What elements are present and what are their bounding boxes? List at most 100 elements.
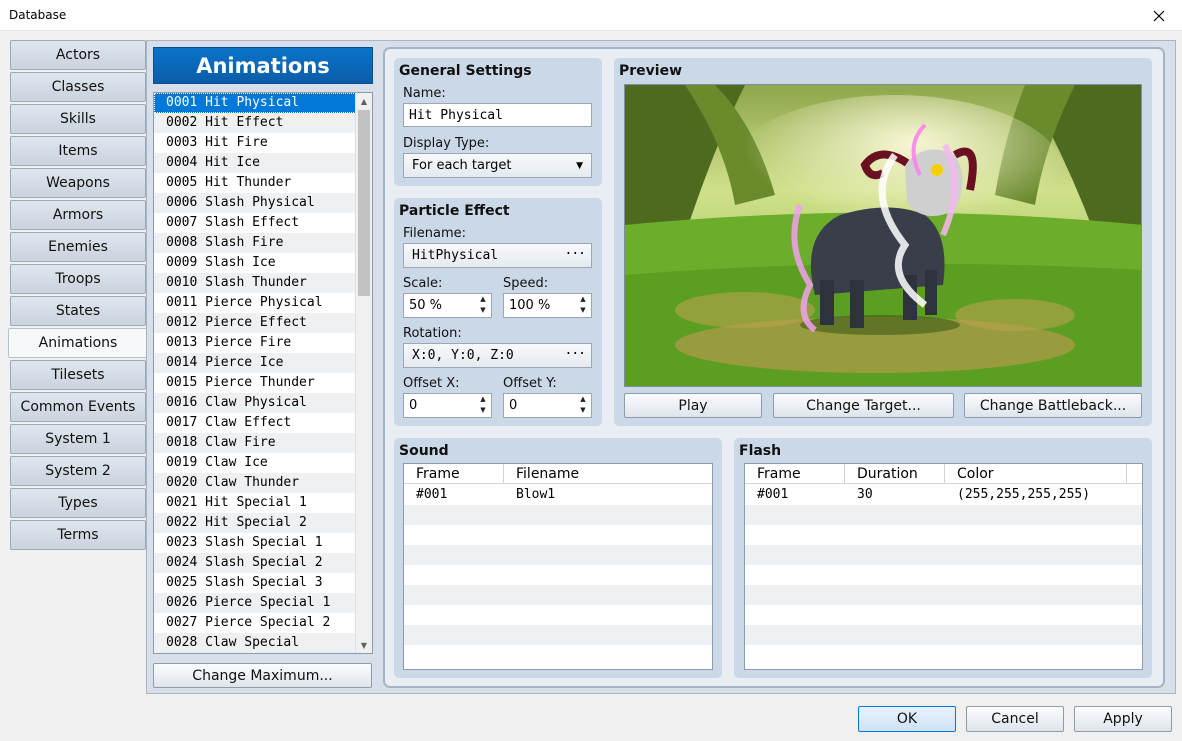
list-item[interactable]: 0027 Pierce Special 2 [154, 613, 356, 633]
preview-canvas[interactable] [624, 84, 1142, 387]
list-item[interactable]: 0012 Pierce Effect [154, 313, 356, 333]
speed-spinner[interactable]: 100 % ▲ ▼ [503, 293, 592, 318]
table-row[interactable] [404, 525, 712, 545]
tab-classes[interactable]: Classes [10, 72, 146, 102]
list-item[interactable]: 0025 Slash Special 3 [154, 573, 356, 593]
table-row[interactable] [404, 545, 712, 565]
change-maximum-button[interactable]: Change Maximum... [153, 663, 372, 688]
apply-button[interactable]: Apply [1074, 706, 1172, 732]
tab-common-events[interactable]: Common Events [10, 392, 146, 422]
tab-system-1[interactable]: System 1 [10, 424, 146, 454]
animation-list[interactable]: 0001 Hit Physical 0002 Hit Effect 0003 Hit… [153, 92, 373, 654]
list-scrollbar[interactable]: ▲ ▼ [355, 93, 372, 653]
tab-states[interactable]: States [10, 296, 146, 326]
close-button[interactable] [1136, 0, 1182, 31]
table-row[interactable] [745, 525, 1142, 545]
list-item[interactable]: 0021 Hit Special 1 [154, 493, 356, 513]
table-cell: #001 [757, 487, 789, 502]
table-row[interactable] [404, 505, 712, 525]
tab-tilesets[interactable]: Tilesets [10, 360, 146, 390]
tab-weapons[interactable]: Weapons [10, 168, 146, 198]
list-item[interactable]: 0020 Claw Thunder [154, 473, 356, 493]
table-row[interactable] [745, 585, 1142, 605]
list-item[interactable]: 0026 Pierce Special 1 [154, 593, 356, 613]
table-row[interactable] [745, 605, 1142, 625]
list-item[interactable]: 0028 Claw Special [154, 633, 356, 653]
list-item[interactable]: 0024 Slash Special 2 [154, 553, 356, 573]
cancel-button[interactable]: Cancel [966, 706, 1064, 732]
change-target-button[interactable]: Change Target... [773, 393, 954, 418]
change-battleback-button[interactable]: Change Battleback... [964, 393, 1142, 418]
table-row[interactable] [745, 565, 1142, 585]
list-item[interactable]: 0006 Slash Physical [154, 193, 356, 213]
tab-terms[interactable]: Terms [10, 520, 146, 550]
spin-arrows-icon[interactable]: ▲ ▼ [578, 395, 588, 415]
title-bar: Database [0, 0, 1182, 31]
table-row[interactable] [404, 605, 712, 625]
speed-value: 100 % [509, 298, 551, 313]
list-item[interactable]: 0005 Hit Thunder [154, 173, 356, 193]
tab-armors[interactable]: Armors [10, 200, 146, 230]
list-item[interactable]: 0009 Slash Ice [154, 253, 356, 273]
list-item[interactable]: 0022 Hit Special 2 [154, 513, 356, 533]
list-item[interactable]: 0018 Claw Fire [154, 433, 356, 453]
spin-arrows-icon[interactable]: ▲ ▼ [478, 395, 488, 415]
list-item[interactable]: 0014 Pierce Ice [154, 353, 356, 373]
list-item[interactable]: 0002 Hit Effect [154, 113, 356, 133]
table-row[interactable] [404, 645, 712, 665]
play-button[interactable]: Play [624, 393, 762, 418]
list-item[interactable]: 0019 Claw Ice [154, 453, 356, 473]
list-item[interactable]: 0013 Pierce Fire [154, 333, 356, 353]
tab-enemies[interactable]: Enemies [10, 232, 146, 262]
scroll-up-icon[interactable]: ▲ [356, 93, 372, 109]
offset-y-spinner[interactable]: 0 ▲ ▼ [503, 393, 592, 418]
list-item[interactable]: 0015 Pierce Thunder [154, 373, 356, 393]
ok-button[interactable]: OK [858, 706, 956, 732]
list-item[interactable]: 0016 Claw Physical [154, 393, 356, 413]
sound-col-frame[interactable]: Frame [404, 464, 504, 484]
table-row[interactable] [745, 505, 1142, 525]
list-item[interactable]: 0011 Pierce Physical [154, 293, 356, 313]
flash-col-duration[interactable]: Duration [845, 464, 945, 484]
tab-animations[interactable]: Animations [8, 328, 148, 358]
tab-system-2[interactable]: System 2 [10, 456, 146, 486]
list-item[interactable]: 0007 Slash Effect [154, 213, 356, 233]
spin-arrows-icon[interactable]: ▲ ▼ [478, 295, 488, 315]
tab-types[interactable]: Types [10, 488, 146, 518]
list-item[interactable]: 0023 Slash Special 1 [154, 533, 356, 553]
sound-col-filename[interactable]: Filename [504, 464, 712, 484]
table-row[interactable] [745, 625, 1142, 645]
list-item[interactable]: 0017 Claw Effect [154, 413, 356, 433]
scroll-thumb[interactable] [358, 110, 370, 296]
ellipsis-icon: ··· [564, 346, 587, 362]
flash-col-frame[interactable]: Frame [745, 464, 845, 484]
offset-x-spinner[interactable]: 0 ▲ ▼ [403, 393, 492, 418]
flash-col-color[interactable]: Color [945, 464, 1127, 484]
table-row[interactable] [404, 585, 712, 605]
list-item[interactable]: 0008 Slash Fire [154, 233, 356, 253]
table-row[interactable] [745, 545, 1142, 565]
tab-troops[interactable]: Troops [10, 264, 146, 294]
tab-actors[interactable]: Actors [10, 40, 146, 70]
name-field[interactable]: Hit Physical [403, 103, 592, 127]
display-type-select[interactable]: For each target ▼ [403, 153, 592, 178]
scroll-down-icon[interactable]: ▼ [356, 637, 372, 653]
list-item[interactable]: 0004 Hit Ice [154, 153, 356, 173]
sound-table[interactable]: Frame Filename #001 Blow1 [403, 463, 713, 670]
table-row[interactable] [745, 645, 1142, 665]
list-item[interactable]: 0003 Hit Fire [154, 133, 356, 153]
table-row[interactable]: #001 Blow1 [404, 485, 712, 505]
tab-skills[interactable]: Skills [10, 104, 146, 134]
flash-table[interactable]: Frame Duration Color #001 30 (255,255,255,… [744, 463, 1143, 670]
dropdown-arrow-icon: ▼ [576, 160, 583, 171]
rotation-picker[interactable]: X:0, Y:0, Z:0 ··· [403, 343, 592, 368]
table-row[interactable]: #001 30 (255,255,255,255) [745, 485, 1142, 505]
table-row[interactable] [404, 625, 712, 645]
particle-filename-picker[interactable]: HitPhysical ··· [403, 243, 592, 268]
list-item[interactable]: 0010 Slash Thunder [154, 273, 356, 293]
table-row[interactable] [404, 565, 712, 585]
scale-spinner[interactable]: 50 % ▲ ▼ [403, 293, 492, 318]
spin-arrows-icon[interactable]: ▲ ▼ [578, 295, 588, 315]
list-item[interactable]: 0001 Hit Physical [154, 93, 356, 113]
tab-items[interactable]: Items [10, 136, 146, 166]
